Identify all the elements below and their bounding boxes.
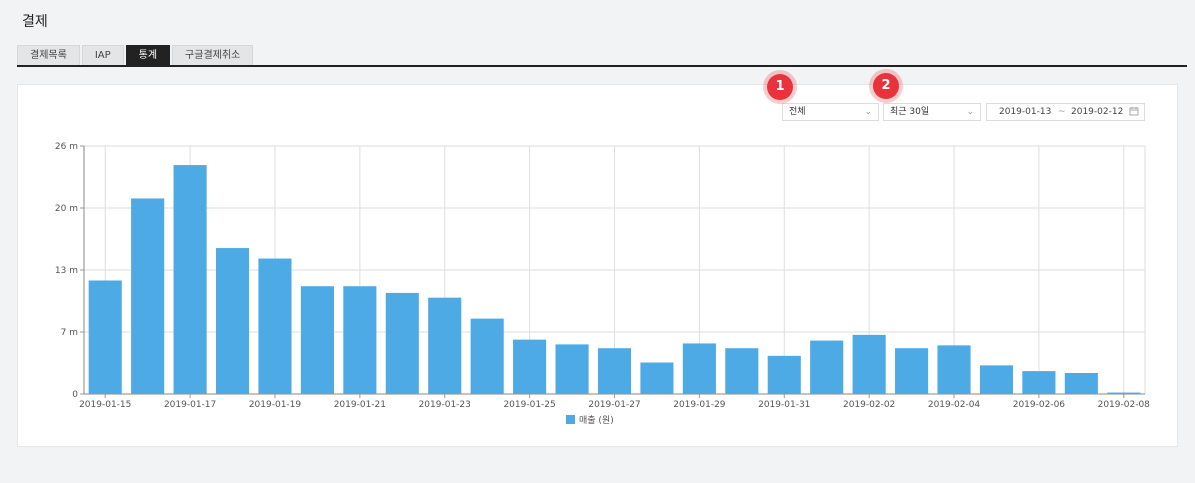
page-title: 결제: [22, 14, 48, 30]
period-select[interactable]: 최근 30일 ⌄: [883, 103, 981, 121]
chevron-down-icon: ⌄: [864, 107, 872, 117]
tab-statistics[interactable]: 통계: [125, 45, 171, 65]
tab-bar: 결제목록 IAP 통계 구글결제취소: [17, 45, 255, 65]
date-range-input[interactable]: 2019-01-13 ~ 2019-02-12: [986, 103, 1145, 121]
stats-card: [17, 84, 1178, 447]
calendar-icon[interactable]: [1129, 106, 1139, 122]
type-select[interactable]: 전체 ⌄: [782, 103, 879, 121]
date-end: 2019-02-12: [1071, 107, 1124, 117]
annotation-badge-2: 2: [873, 73, 899, 99]
tab-underline: [17, 65, 1187, 67]
annotation-badge-1: 1: [767, 74, 793, 100]
date-start: 2019-01-13: [999, 107, 1052, 117]
chevron-down-icon: ⌄: [966, 107, 974, 117]
period-select-value: 최근 30일: [890, 107, 930, 117]
tab-google-cancel[interactable]: 구글결제취소: [172, 45, 254, 65]
tab-payment-list[interactable]: 결제목록: [17, 45, 80, 65]
date-separator: ~: [1058, 107, 1066, 117]
tab-iap[interactable]: IAP: [81, 45, 124, 65]
type-select-value: 전체: [789, 107, 806, 117]
